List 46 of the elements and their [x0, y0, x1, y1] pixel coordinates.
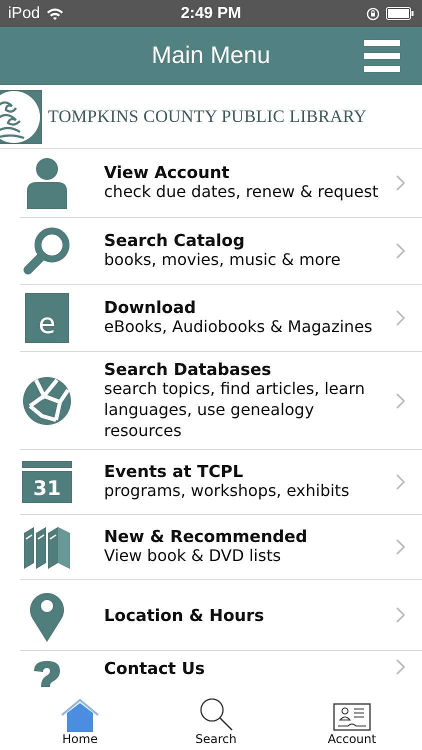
item-title: Location & Hours [104, 606, 266, 625]
item-description: eBooks, Audiobooks & Magazines [104, 317, 374, 338]
tab[interactable]: Home [40, 690, 120, 750]
menu-item[interactable]: New & Recommended View book & DVD lists [20, 515, 422, 580]
menu-item[interactable]: Location & Hours [20, 580, 422, 652]
clock: 2:49 PM [180, 4, 242, 22]
item-description: books, movies, music & more [104, 250, 342, 271]
item-description: check due dates, renew & request [104, 182, 380, 203]
wifi-icon [46, 7, 64, 20]
item-title: New & Recommended [104, 527, 308, 546]
search-icon [23, 226, 71, 276]
menu-item[interactable]: e Download eBooks, Audiobooks & Magazines [20, 285, 422, 352]
chevron-icon [396, 243, 405, 259]
chevron-icon [396, 659, 405, 676]
tab[interactable]: Search [176, 690, 256, 750]
item-title: Search Databases [104, 360, 272, 379]
chevron-icon [396, 539, 405, 556]
item-title: Events at TCPL [104, 462, 244, 482]
menu-button[interactable] [364, 38, 400, 74]
page-title: Main Menu [152, 42, 270, 70]
battery-icon [386, 7, 414, 20]
menu-item[interactable]: 31 Events at TCPL programs, workshops, exhibits [20, 450, 422, 516]
calendar-icon: 31 [22, 461, 72, 504]
tab[interactable]: Account [312, 690, 392, 750]
rotation-lock-icon [366, 6, 380, 20]
globe-icon [22, 376, 72, 426]
item-title: Download [104, 298, 197, 318]
chevron-icon [396, 175, 405, 191]
item-title: Search Catalog [104, 231, 246, 250]
ebook-icon: e [25, 293, 69, 343]
menu-item[interactable]: Search Databases search topics, find articles, learn languages, use genealogy resources [20, 352, 422, 450]
home-icon [60, 698, 100, 732]
carrier: iPod [8, 4, 40, 22]
menu-item[interactable]: Search Catalog books, movies, music & more [20, 218, 422, 285]
item-description: View book & DVD lists [104, 546, 282, 568]
item-title: View Account [104, 163, 230, 182]
chevron-icon [396, 474, 405, 490]
library-name: TOMPKINS COUNTY PUBLIC LIBRARY [48, 106, 367, 127]
item-title: Contact Us [104, 659, 206, 678]
menu-item[interactable]: View Account check due dates, renew & request [20, 149, 422, 218]
chevron-icon [396, 310, 405, 326]
person-icon [25, 157, 69, 209]
chevron-icon [396, 607, 405, 624]
item-description: search topics, find articles, learn languages, use genealogy resources [104, 379, 366, 442]
chevron-icon [396, 392, 405, 409]
item-description: programs, workshops, exhibits [104, 481, 350, 502]
